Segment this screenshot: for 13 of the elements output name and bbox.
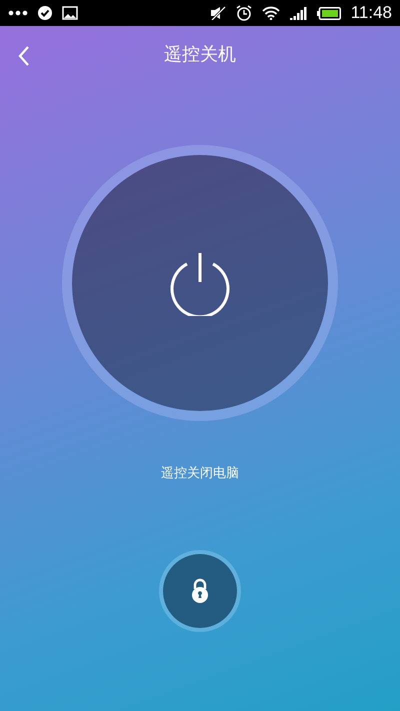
alarm-icon [236, 5, 252, 21]
check-icon [38, 6, 52, 20]
battery-icon [316, 6, 341, 20]
wifi-icon [262, 6, 280, 20]
power-caption: 遥控关闭电脑 [161, 465, 239, 482]
page-title: 遥控关机 [164, 43, 236, 66]
back-icon [16, 44, 32, 68]
status-time: 11:48 [350, 3, 392, 23]
lock-icon [190, 578, 210, 604]
mute-icon [210, 6, 226, 20]
more-icon [8, 10, 28, 16]
image-icon [62, 6, 78, 20]
signal-icon [290, 6, 307, 20]
